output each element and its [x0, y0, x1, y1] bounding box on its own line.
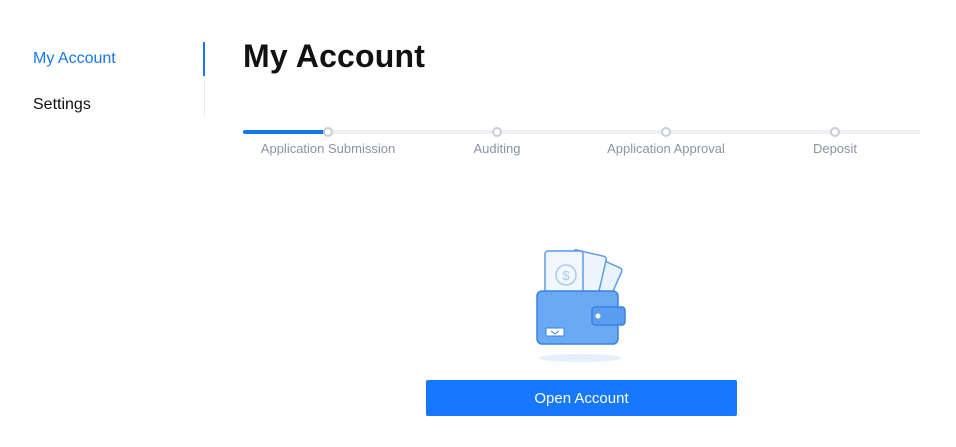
application-progress: Application Submission Auditing Applicat… [243, 126, 920, 166]
step-dot-application-submission [323, 127, 333, 137]
sidebar: My Account Settings [0, 0, 205, 118]
step-label-application-approval: Application Approval [607, 141, 725, 156]
sidebar-item-my-account[interactable]: My Account [33, 50, 116, 68]
svg-text:$: $ [562, 268, 570, 283]
sidebar-divider [204, 76, 205, 116]
progress-track [243, 130, 920, 134]
step-label-deposit: Deposit [812, 141, 858, 156]
page-title: My Account [243, 38, 426, 74]
progress-fill [243, 130, 328, 134]
step-dot-application-approval [661, 127, 671, 137]
step-label-auditing: Auditing [473, 141, 521, 156]
sidebar-active-indicator [203, 42, 205, 76]
step-label-application-submission: Application Submission [260, 141, 396, 156]
wallet-with-cash-icon: $ [526, 240, 636, 365]
sidebar-item-settings[interactable]: Settings [33, 96, 91, 114]
step-dot-deposit [830, 127, 840, 137]
open-account-button[interactable]: Open Account [426, 380, 737, 416]
step-dot-auditing [492, 127, 502, 137]
